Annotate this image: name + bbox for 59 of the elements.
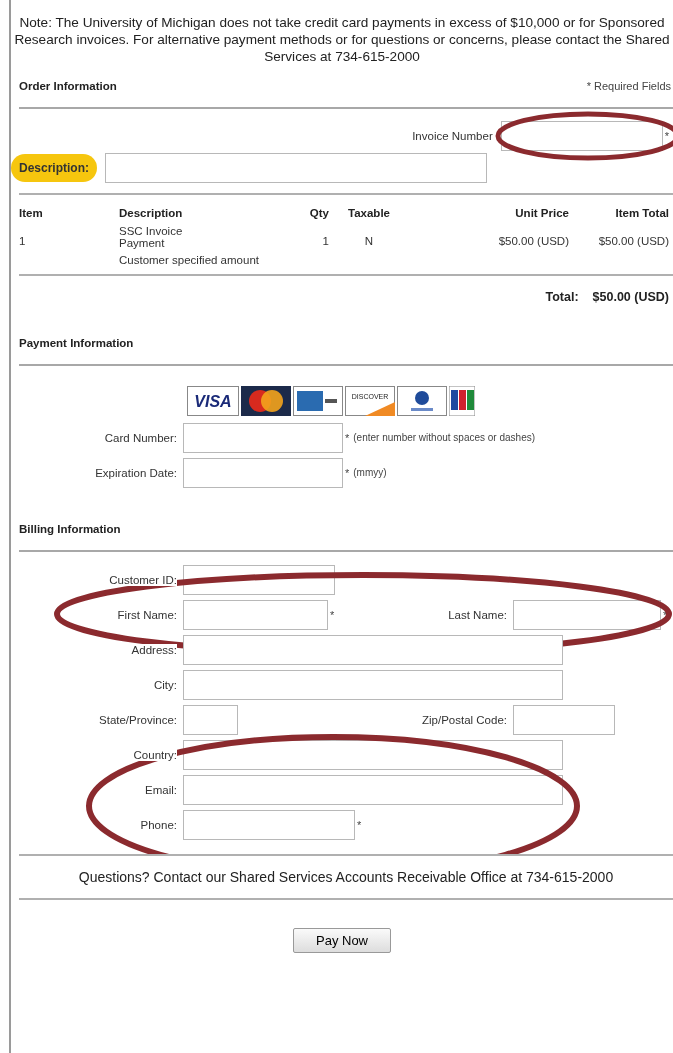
required-mark: * (357, 818, 362, 831)
card-logo-icon (449, 386, 475, 416)
payment-note: Note: The University of Michigan does not take credit card payments in excess of $10,000 or for Sponsored Research invoices. For alternative payment methods or for questions or concerns, please contact the Shared Services at 734-615-2000 (13, 14, 671, 65)
field-hint: (enter number without spaces or dashes) (353, 432, 536, 443)
column-header: Item (19, 207, 44, 219)
contact-note: Questions? Contact our Shared Services Accounts Receivable Office at 734-615-2000 (19, 854, 673, 900)
card-logo-icon (293, 386, 343, 416)
required-mark: * (664, 130, 669, 142)
description-field[interactable] (105, 153, 487, 183)
field-label: Phone: (140, 818, 177, 831)
table-cell-text: $50.00 (USD) (497, 234, 569, 247)
section-heading: Payment Information (19, 337, 134, 349)
input-field[interactable] (183, 809, 355, 840)
input-field[interactable] (513, 599, 661, 630)
total-label: Total: (545, 290, 579, 304)
table-cell-text: SSC Invoice Payment (119, 225, 184, 249)
pay-now-button[interactable]: Pay Now (293, 928, 391, 953)
required-fields-note: * Required Fields (586, 80, 672, 92)
field-label: Zip/Postal Code: (422, 713, 507, 726)
input-field[interactable] (513, 704, 615, 735)
total-value: $50.00 (USD) (592, 290, 669, 304)
visa-logo-icon: VISA (187, 386, 239, 416)
column-header: Item Total (614, 207, 669, 219)
field-hint: (mmyy) (353, 467, 387, 478)
invoice-number-field[interactable] (500, 121, 663, 151)
field-label: State/Province: (99, 713, 177, 726)
column-header: Taxable (347, 207, 391, 219)
input-field[interactable] (183, 457, 343, 488)
input-field[interactable] (183, 669, 563, 700)
input-field[interactable] (183, 704, 238, 735)
field-label: Email: (145, 783, 177, 796)
column-header: Qty (308, 207, 329, 219)
input-field[interactable] (183, 599, 328, 630)
input-field[interactable] (183, 774, 563, 805)
table-cell-text: Customer specified amount (119, 254, 260, 266)
field-label: Last Name: (448, 608, 507, 621)
field-label: City: (154, 678, 177, 691)
table-cell-text: 1 (19, 234, 27, 247)
table-cell-text: N (363, 234, 375, 247)
field-label: Description: (11, 154, 97, 182)
input-field[interactable] (183, 422, 343, 453)
required-mark: * (330, 608, 335, 621)
field-label: Country: (133, 748, 177, 761)
required-mark: * (345, 466, 350, 479)
card-logo-icon (241, 386, 291, 416)
table-cell-text: 1 (321, 234, 329, 247)
field-label: Invoice Number (412, 130, 495, 142)
column-header: Description (119, 207, 184, 219)
field-label: Customer ID: (109, 573, 177, 586)
section-heading: Billing Information (19, 523, 121, 535)
input-field[interactable] (183, 634, 563, 665)
section-heading: Order Information (19, 80, 117, 92)
required-mark: * (345, 431, 350, 444)
field-label: Card Number: (104, 431, 177, 444)
card-logo-icon (397, 386, 447, 416)
table-cell-text: $50.00 (USD) (597, 234, 669, 247)
field-label: First Name: (117, 608, 177, 621)
column-header: Unit Price (514, 207, 569, 219)
field-label: Expiration Date: (95, 466, 177, 479)
